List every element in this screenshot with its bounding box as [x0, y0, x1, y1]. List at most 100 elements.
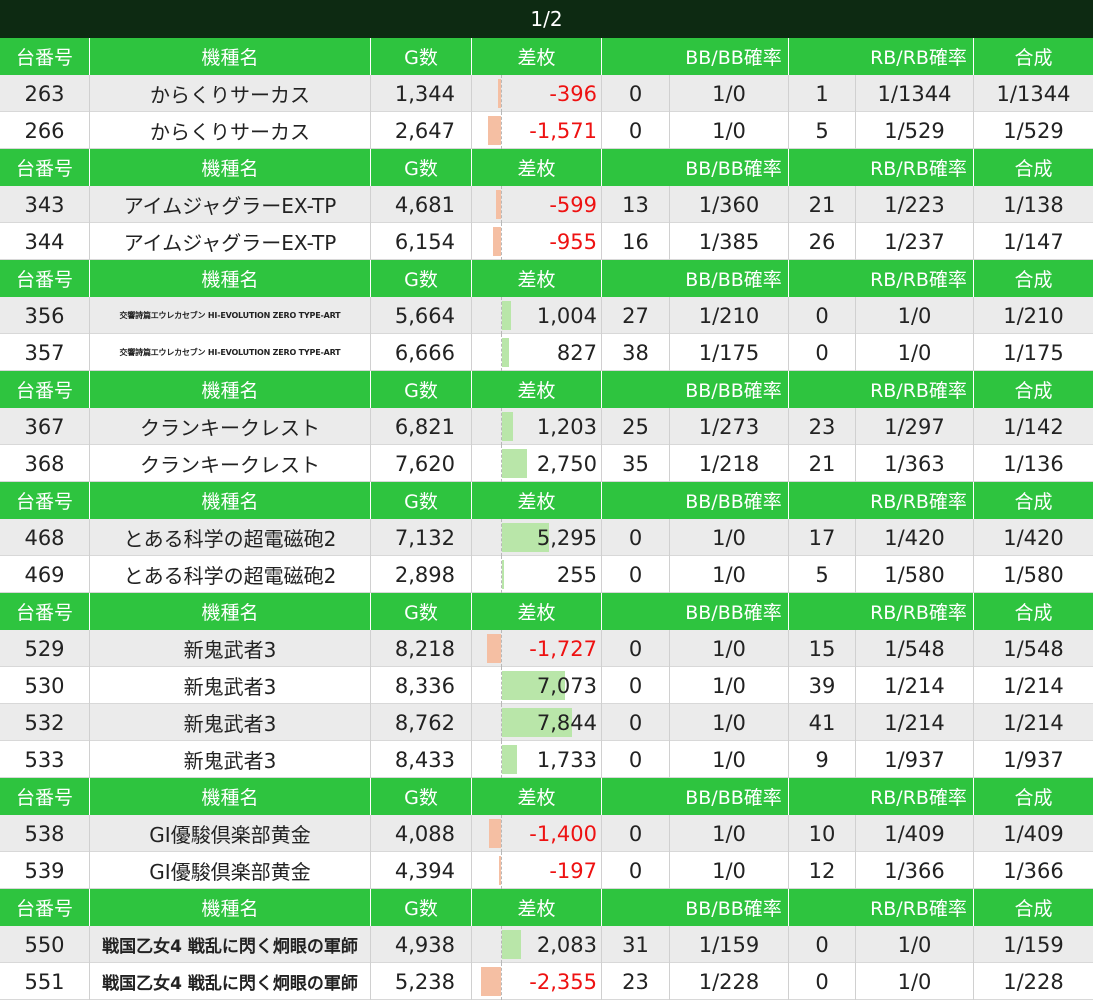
bb-count: 38: [602, 334, 670, 371]
header-game-count-text: G数: [404, 269, 438, 291]
rb-rate: 1/0: [856, 297, 974, 334]
bb-count-text: 0: [628, 118, 643, 143]
combined-rate-text: 1/548: [1003, 636, 1064, 661]
machine-name: からくりサーカス: [90, 112, 371, 149]
game-count: 2,647: [371, 112, 472, 149]
header-rb-rate-text: RB/RB確率: [870, 602, 967, 624]
rb-rate-text: 1/0: [897, 340, 932, 365]
machine-name-text: からくりサーカス: [150, 83, 310, 107]
header-machine-number-text: 台番号: [15, 269, 73, 291]
table-row: 469 とある科学の超電磁砲2 2,898 255 0 1/0 5 1/580 1/580: [0, 556, 1093, 593]
rb-count: 26: [789, 223, 856, 260]
header-bb-rate: BB/BB確率: [670, 889, 789, 926]
bb-rate-text: 1/228: [698, 969, 760, 994]
header-combined: 合成: [974, 371, 1093, 408]
header-machine-number: 台番号: [0, 778, 90, 815]
combined-rate: 1/142: [974, 408, 1093, 445]
header-machine-number-text: 台番号: [15, 491, 73, 513]
rb-count: 0: [789, 297, 856, 334]
header-difference: 差枚: [472, 889, 602, 926]
combined-rate-text: 1/175: [1003, 340, 1064, 365]
rb-rate: 1/223: [856, 186, 974, 223]
machine-name-text: 新鬼武者3: [183, 749, 277, 773]
table-row: 357 交響詩篇エウレカセブン HI-EVOLUTION ZERO TYPE-AR…: [0, 334, 1093, 371]
header-bb: [602, 38, 670, 75]
rb-rate: 1/363: [856, 445, 974, 482]
bb-rate-text: 1/0: [712, 710, 746, 735]
rb-rate-text: 1/0: [897, 303, 932, 328]
bb-rate-text: 1/0: [712, 525, 746, 550]
machine-name: GI優駿倶楽部黄金: [90, 852, 371, 889]
rb-count-text: 9: [815, 747, 829, 772]
machine-name-text: 交響詩篇エウレカセブン HI-EVOLUTION ZERO TYPE-ART: [119, 311, 341, 320]
bb-count: 27: [602, 297, 670, 334]
header-combined: 合成: [974, 260, 1093, 297]
header-game-count-text: G数: [404, 898, 438, 920]
header-game-count-text: G数: [404, 491, 438, 513]
combined-rate-text: 1/366: [1003, 858, 1064, 883]
difference-bar-positive: [502, 560, 504, 589]
header-machine-number-text: 台番号: [15, 787, 73, 809]
header-combined: 合成: [974, 482, 1093, 519]
game-count-text: 4,394: [394, 858, 455, 883]
header-bb: [602, 260, 670, 297]
rb-rate: 1/0: [856, 334, 974, 371]
difference-bar-negative: [489, 819, 501, 848]
bb-count-text: 0: [628, 636, 643, 661]
combined-rate-text: 1/937: [1003, 747, 1064, 772]
rb-rate: 1/529: [856, 112, 974, 149]
machine-number: 550: [0, 926, 90, 963]
combined-rate-text: 1/214: [1003, 673, 1064, 698]
machine-number: 538: [0, 815, 90, 852]
table-row: 343 アイムジャグラーEX-TP 4,681 -599 13 1/360 21 1/223 1…: [0, 186, 1093, 223]
bb-count-text: 0: [628, 710, 643, 735]
header-difference: 差枚: [472, 260, 602, 297]
rb-count: 17: [789, 519, 856, 556]
machine-number: 368: [0, 445, 90, 482]
game-count: 5,664: [371, 297, 472, 334]
header-rb: [789, 889, 856, 926]
combined-rate: 1/580: [974, 556, 1093, 593]
machine-name-text: からくりサーカス: [150, 120, 310, 144]
machine-number-text: 367: [24, 414, 65, 439]
column-header-row: 台番号 機種名 G数 差枚 BB/BB確率 RB/RB確率 合成: [0, 593, 1093, 630]
machine-number-text: 530: [24, 673, 65, 698]
bb-count: 0: [602, 667, 670, 704]
header-combined-text: 合成: [1014, 491, 1053, 513]
game-count-text: 6,666: [394, 340, 455, 365]
machine-name-text: アイムジャグラーEX-TP: [123, 194, 337, 218]
difference-cell: -396: [472, 75, 602, 112]
header-rb-rate-text: RB/RB確率: [870, 380, 967, 402]
bb-count: 13: [602, 186, 670, 223]
rb-count: 5: [789, 112, 856, 149]
combined-rate: 1/420: [974, 519, 1093, 556]
bb-count: 0: [602, 704, 670, 741]
combined-rate: 1/214: [974, 667, 1093, 704]
combined-rate-text: 1/210: [1003, 303, 1064, 328]
header-rb: [789, 778, 856, 815]
machine-name: 交響詩篇エウレカセブン HI-EVOLUTION ZERO TYPE-ART: [90, 297, 371, 334]
header-combined-text: 合成: [1014, 787, 1053, 809]
difference-bar-positive: [502, 301, 511, 330]
table-row: 263 からくりサーカス 1,344 -396 0 1/0 1 1/1344 1/1344: [0, 75, 1093, 112]
machine-name: 新鬼武者3: [90, 630, 371, 667]
rb-rate-text: 1/0: [897, 969, 932, 994]
header-bb-rate: BB/BB確率: [670, 778, 789, 815]
bb-rate-text: 1/175: [698, 340, 760, 365]
machine-name: 新鬼武者3: [90, 667, 371, 704]
rb-rate-text: 1/363: [884, 451, 945, 476]
bb-rate: 1/0: [670, 630, 789, 667]
combined-rate-text: 1/420: [1003, 525, 1064, 550]
rb-count-text: 10: [808, 821, 836, 846]
rb-rate-text: 1/366: [884, 858, 945, 883]
header-machine-name-text: 機種名: [201, 47, 259, 69]
combined-rate-text: 1/1344: [996, 81, 1071, 106]
machine-number: 266: [0, 112, 90, 149]
difference-zero-axis: [501, 630, 502, 667]
difference-bar-negative: [487, 634, 501, 663]
header-rb-rate-text: RB/RB確率: [870, 269, 967, 291]
machine-number: 344: [0, 223, 90, 260]
column-header-row: 台番号 機種名 G数 差枚 BB/BB確率 RB/RB確率 合成: [0, 482, 1093, 519]
machine-number-text: 357: [24, 340, 65, 365]
rb-count-text: 23: [808, 414, 836, 439]
